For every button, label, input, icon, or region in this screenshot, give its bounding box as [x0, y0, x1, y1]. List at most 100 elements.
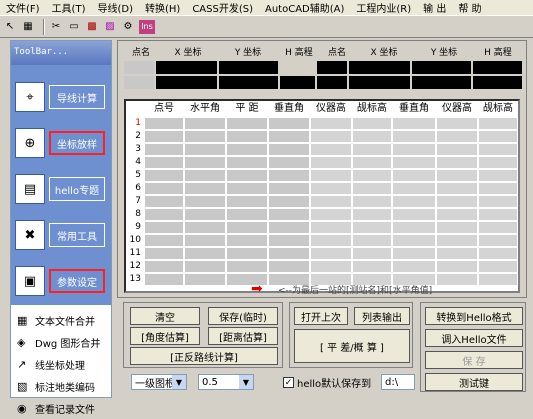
table-cell[interactable]	[478, 260, 518, 273]
station-input-name-2[interactable]	[317, 61, 347, 74]
settings-button[interactable]: 参数设定	[49, 269, 105, 293]
import-hello-button[interactable]: 调入Hello文件	[425, 329, 523, 347]
table-cell[interactable]	[352, 208, 392, 221]
list-item-merge-dwg[interactable]: ◈ Dwg 图形合并	[11, 331, 111, 353]
table-cell[interactable]	[478, 247, 518, 260]
station-input-x-row2[interactable]	[155, 76, 217, 89]
table-cell[interactable]	[226, 234, 268, 247]
table-cell[interactable]	[268, 117, 310, 130]
table-cell[interactable]	[352, 182, 392, 195]
checkbox-icon[interactable]: ✓	[283, 377, 294, 388]
table-cell[interactable]	[184, 130, 226, 143]
menu-engineering[interactable]: 工程内业(R)	[350, 0, 417, 15]
table-cell[interactable]	[352, 221, 392, 234]
table-cell[interactable]	[310, 234, 352, 247]
ins-icon[interactable]: Ins	[139, 19, 155, 34]
table-cell[interactable]	[144, 169, 184, 182]
table-cell[interactable]	[478, 234, 518, 247]
table-cell[interactable]	[392, 260, 436, 273]
table-cell[interactable]	[352, 117, 392, 130]
list-item-view-log[interactable]: ◉ 查看记录文件	[11, 397, 111, 419]
table-cell[interactable]	[268, 234, 310, 247]
station-input-h-2-row2[interactable]	[472, 76, 522, 89]
table-cell[interactable]	[184, 169, 226, 182]
stakeout-button[interactable]: 坐标放样	[49, 131, 105, 155]
table-cell[interactable]	[436, 260, 478, 273]
table-cell[interactable]	[226, 117, 268, 130]
list-output-button[interactable]: 列表输出	[354, 307, 410, 325]
table-cell[interactable]	[310, 130, 352, 143]
table-cell[interactable]	[310, 117, 352, 130]
table-cell[interactable]	[478, 221, 518, 234]
table-cell[interactable]	[184, 143, 226, 156]
table-cell[interactable]	[184, 208, 226, 221]
table-cell[interactable]	[436, 273, 478, 286]
table-cell[interactable]	[184, 273, 226, 286]
table-cell[interactable]	[144, 247, 184, 260]
menu-traverse[interactable]: 导线(D)	[91, 0, 139, 15]
table-cell[interactable]	[184, 182, 226, 195]
table-cell[interactable]	[144, 221, 184, 234]
table-cell[interactable]	[268, 221, 310, 234]
table-cell[interactable]	[352, 143, 392, 156]
table-cell[interactable]	[268, 169, 310, 182]
table-cell[interactable]	[436, 117, 478, 130]
station-input-x[interactable]	[155, 61, 217, 74]
level-select[interactable]: 一级图根 ▼	[131, 374, 187, 390]
table-cell[interactable]	[392, 234, 436, 247]
table-cell[interactable]	[478, 273, 518, 286]
table-cell[interactable]	[352, 260, 392, 273]
table-cell[interactable]	[310, 143, 352, 156]
save-temp-button[interactable]: 保存(临时)	[208, 307, 278, 325]
table-cell[interactable]	[352, 234, 392, 247]
menu-output[interactable]: 输 出	[417, 0, 452, 15]
table-cell[interactable]	[226, 221, 268, 234]
table-cell[interactable]	[310, 195, 352, 208]
table-cell[interactable]	[352, 247, 392, 260]
common-tools-button[interactable]: 常用工具	[49, 223, 105, 247]
table-cell[interactable]	[478, 208, 518, 221]
cut-icon[interactable]: ✂	[49, 20, 63, 34]
table-cell[interactable]	[144, 143, 184, 156]
chart-icon[interactable]: ▩	[85, 20, 99, 34]
table-cell[interactable]	[436, 221, 478, 234]
menu-cass-dev[interactable]: CASS开发(S)	[186, 0, 259, 15]
station-input-y-2-row2[interactable]	[411, 76, 471, 89]
table-cell[interactable]	[310, 260, 352, 273]
table-cell[interactable]	[436, 130, 478, 143]
table-cell[interactable]	[144, 156, 184, 169]
table-cell[interactable]	[226, 195, 268, 208]
table-cell[interactable]	[310, 182, 352, 195]
list-item-label-code[interactable]: ▧ 标注地类编码	[11, 375, 111, 397]
table-cell[interactable]	[436, 208, 478, 221]
distance-estimate-button[interactable]: [距离估算]	[208, 327, 278, 345]
station-input-x-2-row2[interactable]	[348, 76, 410, 89]
station-input-h-row2[interactable]	[279, 76, 316, 89]
table-cell[interactable]	[436, 143, 478, 156]
table-cell[interactable]	[268, 156, 310, 169]
observation-grid[interactable]: 点号 水平角 平 距 垂直角 仪器高 觇标高 垂直角 仪器高 觇标高 12345…	[124, 99, 520, 293]
open-last-button[interactable]: 打开上次	[294, 307, 348, 325]
table-cell[interactable]	[310, 208, 352, 221]
table-cell[interactable]	[184, 117, 226, 130]
sidebar-item-settings[interactable]: ▣ 参数设定	[15, 263, 107, 299]
station-input-name[interactable]	[124, 61, 154, 74]
window-icon[interactable]: ▭	[67, 20, 81, 34]
list-item-merge-text[interactable]: ▦ 文本文件合并	[11, 309, 111, 331]
station-input-y-row2[interactable]	[218, 76, 278, 89]
precision-select[interactable]: 0.5 ▼	[198, 374, 254, 390]
table-cell[interactable]	[352, 169, 392, 182]
table-cell[interactable]	[184, 247, 226, 260]
menu-autocad[interactable]: AutoCAD辅助(A)	[259, 0, 350, 15]
table-cell[interactable]	[226, 143, 268, 156]
test-button[interactable]: 测试键	[425, 373, 523, 391]
menu-file[interactable]: 文件(F)	[0, 0, 46, 15]
traverse-calc-button[interactable]: 导线计算	[49, 85, 105, 109]
table-cell[interactable]	[436, 169, 478, 182]
table-cell[interactable]	[436, 234, 478, 247]
menu-help[interactable]: 帮 助	[452, 0, 487, 15]
table-cell[interactable]	[392, 169, 436, 182]
table-cell[interactable]	[268, 195, 310, 208]
table-cell[interactable]	[352, 156, 392, 169]
table-cell[interactable]	[268, 143, 310, 156]
